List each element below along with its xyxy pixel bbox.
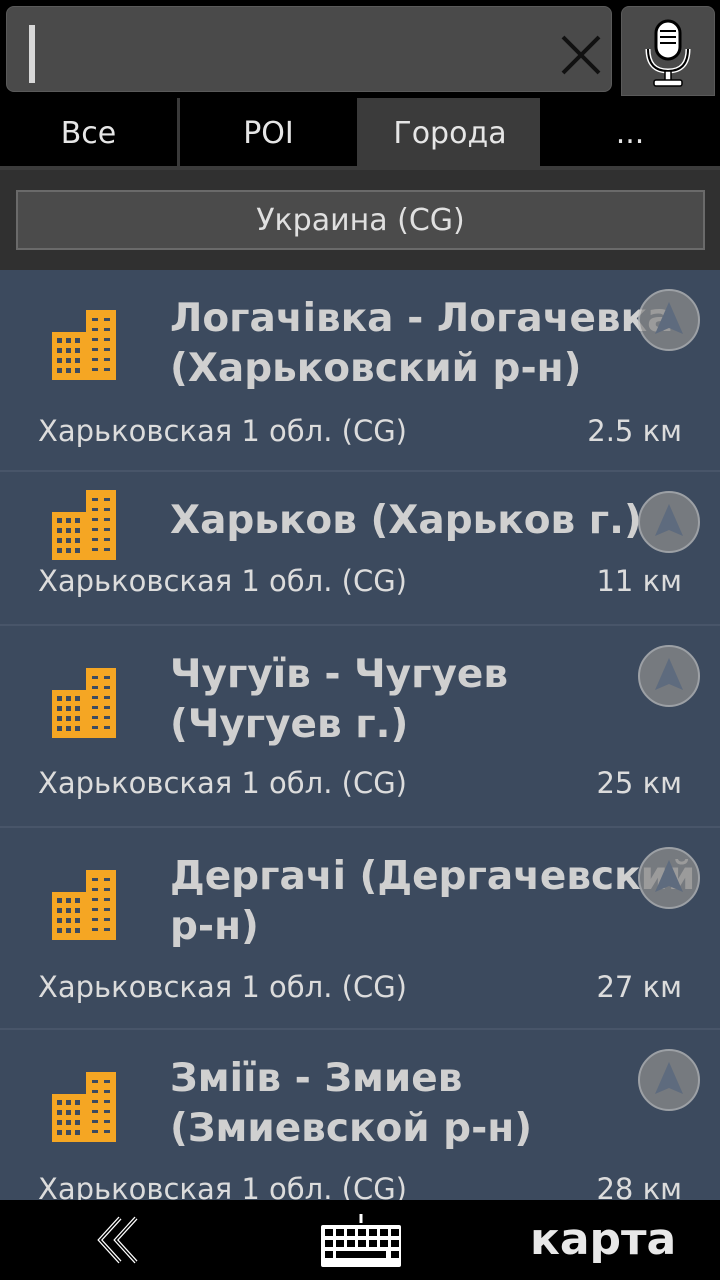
- clear-icon[interactable]: [555, 29, 607, 81]
- list-item[interactable]: Чугуїв - Чугуев (Чугуев г.) Харьковская …: [0, 626, 720, 828]
- results-list[interactable]: Логачівка - Логачевка (Харьковский р-н) …: [0, 270, 720, 1200]
- result-region: Харьковская 1 обл. (CG): [38, 766, 407, 800]
- map-button[interactable]: карта: [530, 1214, 676, 1265]
- result-distance: 11 км: [596, 564, 682, 598]
- title-line2: (Змиевской р-н): [170, 1106, 533, 1151]
- microphone-icon: [645, 19, 691, 87]
- title-line1: Дергачі (Дергачевский: [170, 854, 696, 899]
- tab-label: POI: [243, 115, 294, 151]
- tab-label: Все: [60, 115, 117, 151]
- navigate-arrow-icon[interactable]: [637, 288, 701, 352]
- title-line2: р-н): [170, 904, 259, 949]
- city-icon: [52, 668, 116, 738]
- region-select-button[interactable]: Украина (CG): [16, 190, 705, 250]
- tab-all[interactable]: Все: [0, 98, 180, 168]
- result-region: Харьковская 1 обл. (CG): [38, 564, 407, 598]
- navigate-arrow-icon[interactable]: [637, 1048, 701, 1112]
- city-icon: [52, 870, 116, 940]
- result-region: Харьковская 1 обл. (CG): [38, 1172, 407, 1200]
- bottom-bar: карта: [0, 1200, 720, 1280]
- result-title: Логачівка - Логачевка (Харьковский р-н): [170, 294, 690, 394]
- result-distance: 27 км: [596, 970, 682, 1004]
- result-title: Дергачі (Дергачевский р-н): [170, 852, 696, 952]
- region-label: Украина (CG): [256, 202, 465, 238]
- tab-more[interactable]: ...: [540, 98, 720, 168]
- navigate-arrow-icon[interactable]: [637, 490, 701, 554]
- back-double-chevron-icon[interactable]: [94, 1214, 144, 1266]
- list-item[interactable]: Дергачі (Дергачевский р-н) Харьковская 1…: [0, 828, 720, 1030]
- region-bar: Украина (CG): [0, 170, 720, 270]
- keyboard-icon[interactable]: [318, 1212, 404, 1270]
- result-region: Харьковская 1 обл. (CG): [38, 414, 407, 448]
- list-item[interactable]: Логачівка - Логачевка (Харьковский р-н) …: [0, 270, 720, 472]
- city-icon: [52, 310, 116, 380]
- city-icon: [52, 490, 116, 560]
- result-title: Харьков (Харьков г.): [170, 496, 690, 546]
- title-line2: (Харьковский р-н): [170, 346, 582, 391]
- result-title: Чугуїв - Чугуев (Чугуев г.): [170, 650, 690, 750]
- search-input[interactable]: [6, 6, 612, 92]
- result-title: Зміїв - Змиев (Змиевской р-н): [170, 1054, 690, 1154]
- text-cursor: [29, 25, 35, 83]
- city-icon: [52, 1072, 116, 1142]
- tab-label: Города: [393, 115, 507, 151]
- category-tabs: Все POI Города ...: [0, 98, 720, 168]
- title-line2: (Чугуев г.): [170, 702, 409, 747]
- result-distance: 25 км: [596, 766, 682, 800]
- voice-search-button[interactable]: [621, 6, 715, 96]
- tab-label: ...: [615, 115, 645, 151]
- navigate-arrow-icon[interactable]: [637, 846, 701, 910]
- tab-cities[interactable]: Города: [360, 98, 540, 168]
- title-line1: Зміїв - Змиев: [170, 1056, 463, 1101]
- result-region: Харьковская 1 обл. (CG): [38, 970, 407, 1004]
- result-distance: 2.5 км: [587, 414, 682, 448]
- tab-poi[interactable]: POI: [180, 98, 360, 168]
- top-bar: [0, 0, 720, 98]
- list-item[interactable]: Харьков (Харьков г.) Харьковская 1 обл. …: [0, 472, 720, 626]
- title-line1: Чугуїв - Чугуев: [170, 652, 508, 697]
- list-item[interactable]: Зміїв - Змиев (Змиевской р-н) Харьковска…: [0, 1030, 720, 1200]
- result-distance: 28 км: [596, 1172, 682, 1200]
- title-line1: Логачівка - Логачевка: [170, 296, 674, 341]
- navigate-arrow-icon[interactable]: [637, 644, 701, 708]
- title-line1: Харьков (Харьков г.): [170, 498, 642, 543]
